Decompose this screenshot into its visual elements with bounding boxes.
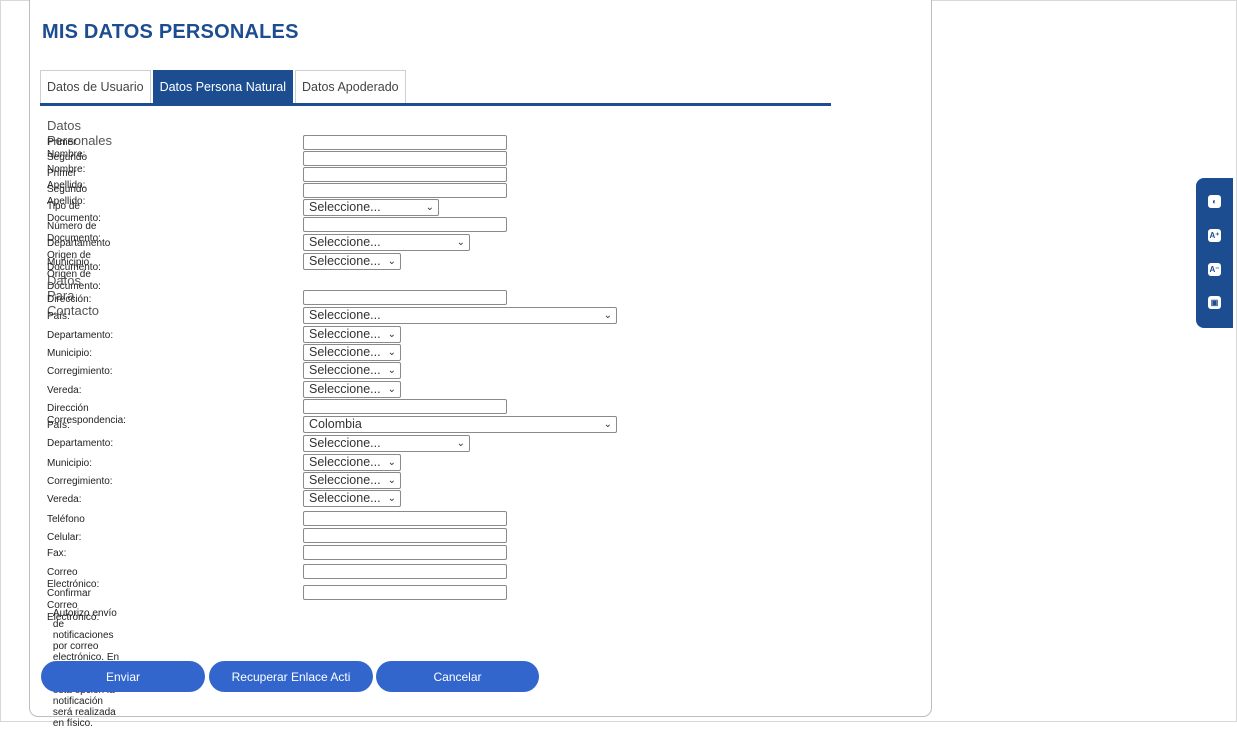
- chevron-down-icon: ⌄: [603, 310, 612, 321]
- municipio-correspondencia-select[interactable]: Seleccione... ⌄: [303, 454, 401, 471]
- chevron-down-icon: ⌄: [387, 457, 396, 468]
- primer-nombre-input[interactable]: [303, 135, 507, 150]
- chevron-down-icon: ⌄: [603, 419, 612, 430]
- segundo-apellido-input[interactable]: [303, 183, 507, 198]
- correo-input[interactable]: [303, 564, 507, 579]
- vereda-correspondencia-value: Seleccione...: [309, 491, 381, 505]
- municipio-origen-select[interactable]: Seleccione... ⌄: [303, 253, 401, 270]
- corregimiento-correspondencia-select[interactable]: Seleccione... ⌄: [303, 472, 401, 489]
- celular-input[interactable]: [303, 528, 507, 543]
- pais-correspondencia-value: Colombia: [309, 417, 362, 431]
- increase-font-icon[interactable]: A⁺: [1208, 229, 1221, 242]
- departamento-select[interactable]: Seleccione... ⌄: [303, 326, 401, 343]
- chevron-down-icon: ⌄: [456, 237, 465, 248]
- municipio-select[interactable]: Seleccione... ⌄: [303, 344, 401, 361]
- decrease-font-icon[interactable]: A⁻: [1208, 263, 1221, 276]
- chevron-down-icon: ⌄: [387, 493, 396, 504]
- enviar-button[interactable]: Enviar: [41, 661, 205, 692]
- form-card: [29, 0, 932, 717]
- label-departamento: Departamento:: [47, 330, 114, 341]
- municipio-correspondencia-value: Seleccione...: [309, 455, 381, 469]
- label-pais-correspondencia: País:: [47, 420, 70, 431]
- corregimiento-select[interactable]: Seleccione... ⌄: [303, 362, 401, 379]
- contrast-icon[interactable]: ◐: [1208, 195, 1221, 208]
- label-departamento-correspondencia: Departamento:: [47, 438, 114, 449]
- confirmar-correo-input[interactable]: [303, 585, 507, 600]
- departamento-correspondencia-value: Seleccione...: [309, 436, 381, 450]
- chevron-down-icon: ⌄: [456, 438, 465, 449]
- label-municipio: Municipio:: [47, 348, 93, 359]
- label-fax: Fax:: [47, 548, 67, 559]
- primer-apellido-input[interactable]: [303, 167, 507, 182]
- chevron-down-icon: ⌄: [387, 384, 396, 395]
- chevron-down-icon: ⌄: [387, 365, 396, 376]
- label-celular: Celular:: [47, 532, 82, 543]
- tab-bar: Datos de Usuario Datos Persona Natural D…: [40, 70, 408, 103]
- tab-datos-usuario[interactable]: Datos de Usuario: [40, 70, 151, 103]
- label-municipio-correspondencia: Municipio:: [47, 458, 93, 469]
- page-title: MIS DATOS PERSONALES: [42, 21, 299, 43]
- corregimiento-value: Seleccione...: [309, 363, 381, 377]
- numero-documento-input[interactable]: [303, 217, 507, 232]
- chevron-down-icon: ⌄: [387, 329, 396, 340]
- direccion-input[interactable]: [303, 290, 507, 305]
- cancelar-button[interactable]: Cancelar: [376, 661, 539, 692]
- vereda-value: Seleccione...: [309, 382, 381, 396]
- fax-input[interactable]: [303, 545, 507, 560]
- label-direccion: Dirección:: [47, 294, 92, 305]
- segundo-nombre-input[interactable]: [303, 151, 507, 166]
- accessibility-toolbar: ◐ A⁺ A⁻ ▣: [1196, 178, 1233, 328]
- pais-value: Seleccione...: [309, 308, 381, 322]
- departamento-correspondencia-select[interactable]: Seleccione... ⌄: [303, 435, 470, 452]
- tipo-documento-value: Seleccione...: [309, 200, 381, 214]
- chevron-down-icon: ⌄: [387, 347, 396, 358]
- depto-origen-select[interactable]: Seleccione... ⌄: [303, 234, 470, 251]
- sign-language-icon[interactable]: ▣: [1208, 296, 1221, 309]
- municipio-origen-value: Seleccione...: [309, 254, 381, 268]
- label-telefono: Teléfono: [47, 514, 85, 525]
- vereda-correspondencia-select[interactable]: Seleccione... ⌄: [303, 490, 401, 507]
- telefono-input[interactable]: [303, 511, 507, 526]
- label-vereda: Vereda:: [47, 385, 82, 396]
- tab-underline: [40, 103, 831, 106]
- tab-datos-apoderado[interactable]: Datos Apoderado: [295, 70, 406, 103]
- departamento-value: Seleccione...: [309, 327, 381, 341]
- tab-datos-persona-natural[interactable]: Datos Persona Natural: [152, 70, 294, 103]
- vereda-select[interactable]: Seleccione... ⌄: [303, 381, 401, 398]
- pais-select[interactable]: Seleccione... ⌄: [303, 307, 617, 324]
- municipio-value: Seleccione...: [309, 345, 381, 359]
- tipo-documento-select[interactable]: Seleccione... ⌄: [303, 199, 439, 216]
- corregimiento-correspondencia-value: Seleccione...: [309, 473, 381, 487]
- depto-origen-value: Seleccione...: [309, 235, 381, 249]
- chevron-down-icon: ⌄: [387, 475, 396, 486]
- direccion-correspondencia-input[interactable]: [303, 399, 507, 414]
- label-pais: País:: [47, 311, 70, 322]
- label-corregimiento-correspondencia: Corregimiento:: [47, 476, 113, 487]
- recuperar-enlace-button[interactable]: Recuperar Enlace Acti: [209, 661, 373, 692]
- label-vereda-correspondencia: Vereda:: [47, 494, 82, 505]
- pais-correspondencia-select[interactable]: Colombia ⌄: [303, 416, 617, 433]
- chevron-down-icon: ⌄: [387, 256, 396, 267]
- label-corregimiento: Corregimiento:: [47, 366, 113, 377]
- chevron-down-icon: ⌄: [425, 202, 434, 213]
